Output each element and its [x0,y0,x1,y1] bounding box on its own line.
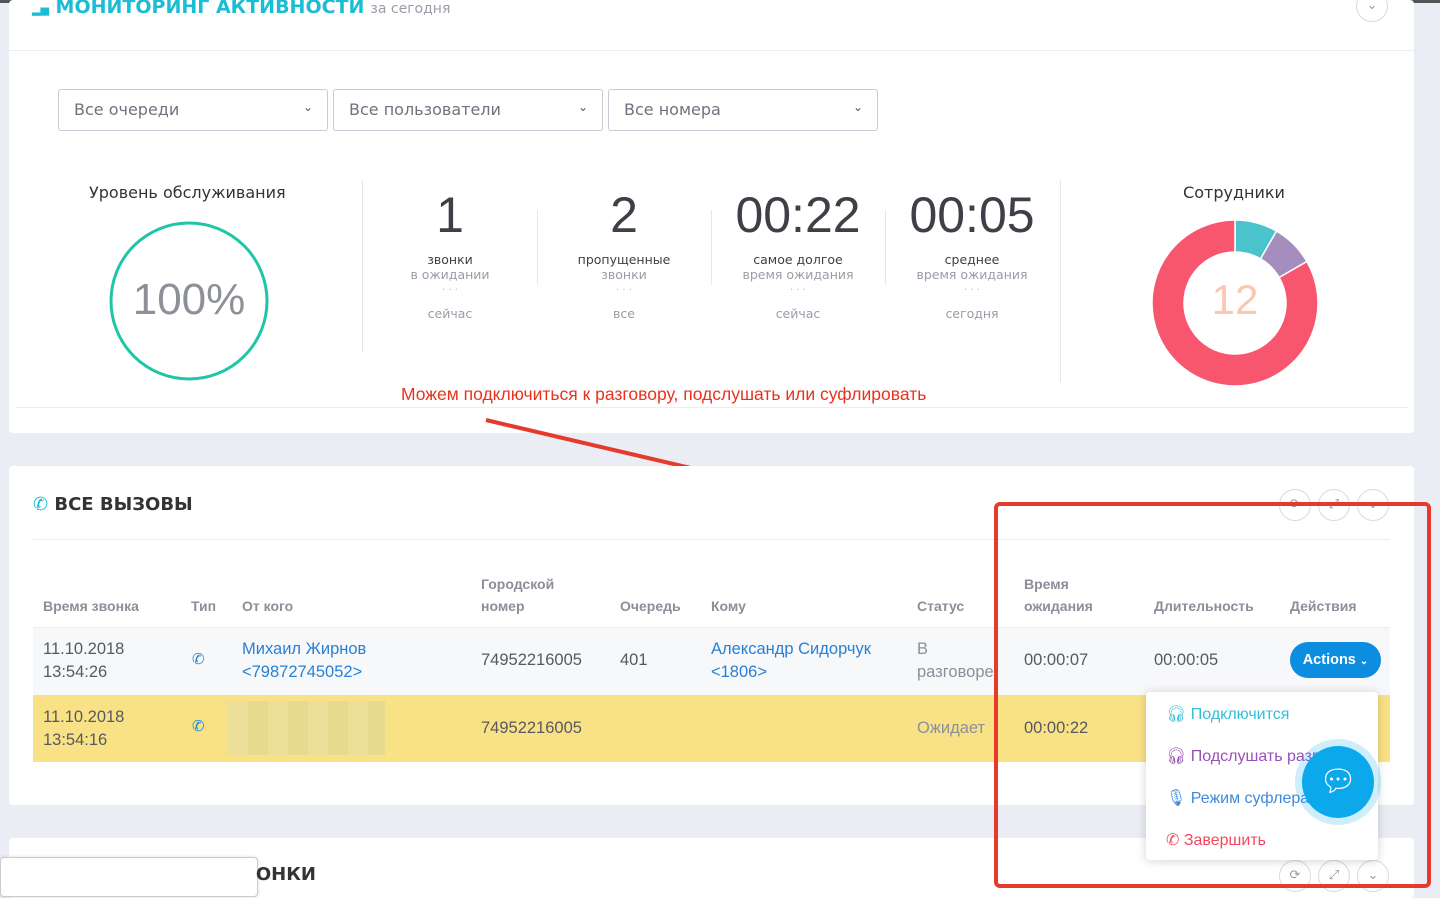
callee-link[interactable]: Александр Сидорчук <1806> [711,638,871,684]
status: Ожидает [917,719,986,737]
phone-icon: ✆ [192,650,205,668]
annotation-highlight-box [994,502,1431,888]
blurred-caller [228,701,385,755]
phone-icon: ✆ [192,717,205,735]
column-header: Статус [917,598,965,614]
popup-overlay [0,857,258,897]
column-header: Городской номер [481,576,555,614]
column-header: От кого [242,598,294,614]
phone-icon: ✆ [33,494,49,515]
column-header: Кому [711,598,746,614]
column-header: Очередь [620,598,681,614]
call-time: 11.10.2018 13:54:16 [43,708,125,749]
column-header: Время звонка [43,598,139,614]
city-number: 74952216005 [481,651,582,669]
calls-title: ✆ ВСЕ ВЫЗОВЫ [33,494,193,515]
column-header: Тип [191,598,217,614]
caller-link[interactable]: Михаил Жирнов <79872745052> [242,638,366,684]
call-time: 11.10.2018 13:54:26 [43,640,125,681]
status: Вразговоре [917,640,994,681]
city-number: 74952216005 [481,719,582,737]
panel-title: ЗВОНКИ [256,864,316,885]
queue: 401 [620,651,648,669]
